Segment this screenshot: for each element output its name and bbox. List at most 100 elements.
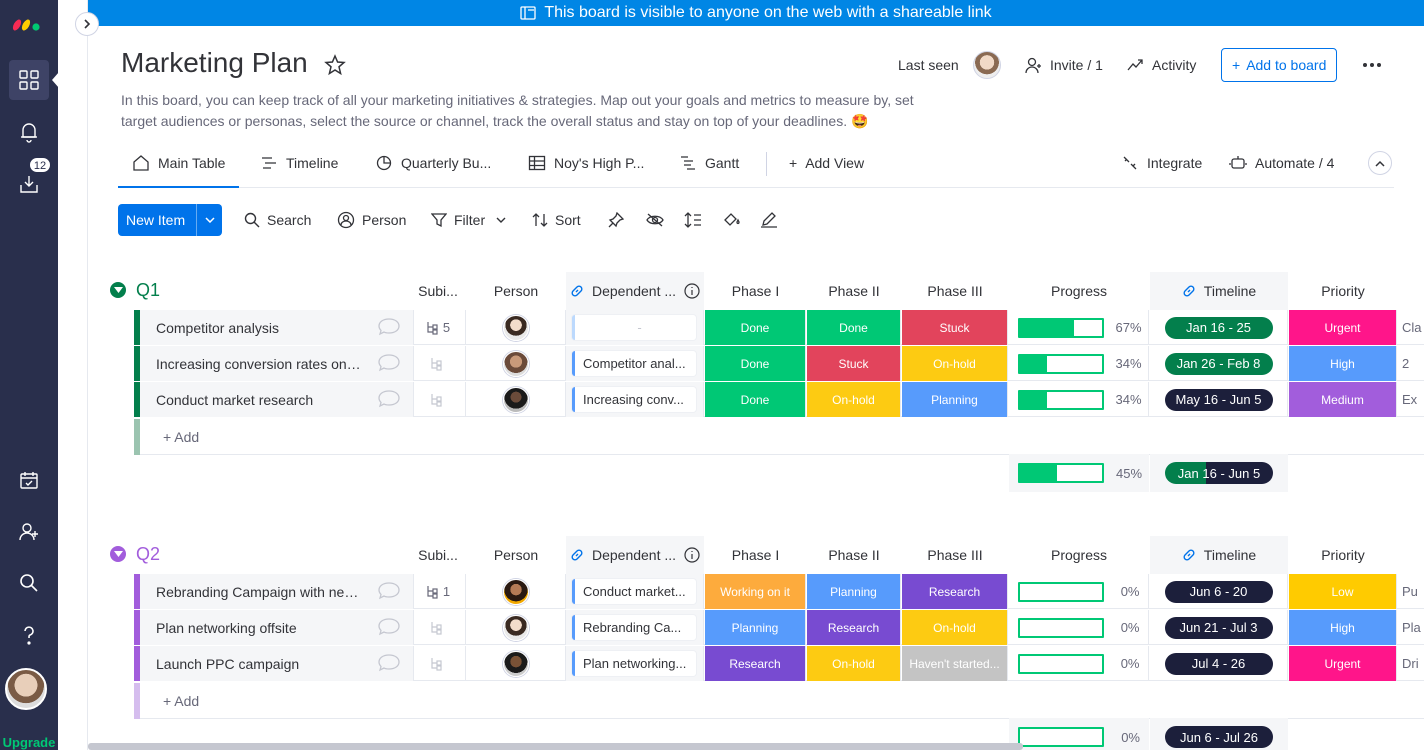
dependent-cell[interactable]: Conduct market...	[566, 574, 704, 609]
edit-icon[interactable]	[760, 204, 778, 236]
col-phase2[interactable]: Phase II	[807, 272, 901, 310]
conversation-icon[interactable]	[377, 617, 401, 640]
col-person[interactable]: Person	[466, 272, 566, 310]
tab-gantt[interactable]: Gantt	[679, 140, 739, 186]
activity-button[interactable]: Activity	[1127, 48, 1196, 82]
item-name[interactable]: Rebranding Campaign with new lo...	[156, 584, 364, 600]
subitems-cell[interactable]	[410, 646, 466, 681]
status-phase3[interactable]: Haven't started...	[902, 646, 1008, 681]
col-priority[interactable]: Priority	[1289, 536, 1397, 574]
item-name-cell[interactable]: Increasing conversion rates on lan...	[140, 346, 414, 381]
subitems-cell[interactable]: 5	[410, 310, 466, 345]
dependency-chip[interactable]: Plan networking...	[572, 651, 696, 676]
timeline-cell[interactable]: Jun 21 - Jul 3	[1150, 610, 1288, 645]
status-phase1[interactable]: Planning	[705, 610, 806, 645]
add-item-row[interactable]: + Add	[134, 683, 1424, 719]
col-timeline[interactable]: Timeline	[1150, 536, 1288, 574]
add-item-label[interactable]: + Add	[163, 693, 199, 709]
chevron-down-icon[interactable]	[196, 204, 222, 236]
conversation-icon[interactable]	[377, 317, 401, 340]
status-phase1[interactable]: Done	[705, 346, 806, 381]
add-view-button[interactable]: + Add View	[789, 140, 864, 186]
hide-icon[interactable]	[646, 204, 664, 236]
tab-quarterly[interactable]: Quarterly Bu...	[375, 140, 491, 186]
subitems-cell[interactable]: 1	[410, 574, 466, 609]
group-header-q1[interactable]: Q1	[110, 279, 160, 301]
person-cell[interactable]	[466, 574, 566, 609]
invite-user-icon[interactable]	[9, 512, 49, 552]
timeline-pill[interactable]: Jun 21 - Jul 3	[1164, 616, 1273, 639]
col-phase3[interactable]: Phase III	[902, 272, 1008, 310]
priority-badge[interactable]: Low	[1289, 574, 1397, 609]
user-avatar[interactable]	[5, 668, 47, 710]
col-subitems[interactable]: Subi...	[410, 536, 466, 574]
item-name-cell[interactable]: Competitor analysis	[140, 310, 414, 345]
last-seen[interactable]: Last seen	[898, 48, 1001, 82]
chevron-up-icon[interactable]	[1368, 151, 1392, 175]
col-phase2[interactable]: Phase II	[807, 536, 901, 574]
tab-timeline[interactable]: Timeline	[260, 140, 338, 186]
search-button[interactable]: Search	[244, 204, 311, 236]
item-name-cell[interactable]: Launch PPC campaign	[140, 646, 414, 681]
status-phase3[interactable]: On-hold	[902, 346, 1008, 381]
person-cell[interactable]	[466, 346, 566, 381]
integrate-button[interactable]: Integrate	[1121, 140, 1202, 186]
col-progress[interactable]: Progress	[1009, 536, 1149, 574]
workspace-icon[interactable]	[9, 60, 49, 100]
conversation-icon[interactable]	[377, 653, 401, 676]
dependent-cell[interactable]: Increasing conv...	[566, 382, 704, 417]
color-fill-icon[interactable]	[722, 204, 740, 236]
subitems-cell[interactable]	[410, 610, 466, 645]
timeline-pill[interactable]: Jan 16 - 25	[1164, 316, 1273, 339]
person-cell[interactable]	[466, 610, 566, 645]
search-icon[interactable]	[9, 563, 49, 603]
dependency-chip[interactable]: Competitor anal...	[572, 351, 696, 376]
tab-main-table[interactable]: Main Table	[118, 140, 240, 188]
invite-button[interactable]: Invite / 1	[1025, 48, 1103, 82]
priority-badge[interactable]: High	[1289, 610, 1397, 645]
table-row[interactable]: Plan networking offsite Rebranding Ca...…	[134, 610, 1424, 645]
pin-icon[interactable]	[608, 204, 624, 236]
avatar[interactable]	[502, 578, 529, 605]
timeline-cell[interactable]: May 16 - Jun 5	[1150, 382, 1288, 417]
bell-icon[interactable]	[9, 112, 49, 152]
chevron-down-icon[interactable]	[110, 546, 126, 562]
col-subitems[interactable]: Subi...	[410, 272, 466, 310]
col-priority[interactable]: Priority	[1289, 272, 1397, 310]
priority-badge[interactable]: Urgent	[1289, 310, 1397, 345]
timeline-pill[interactable]: Jun 6 - 20	[1164, 580, 1273, 603]
col-phase1[interactable]: Phase I	[705, 536, 806, 574]
table-row[interactable]: Increasing conversion rates on lan... Co…	[134, 346, 1424, 381]
avatar[interactable]	[502, 314, 529, 341]
status-phase1[interactable]: Done	[705, 310, 806, 345]
status-phase2[interactable]: Planning	[807, 574, 901, 609]
item-name[interactable]: Plan networking offsite	[156, 620, 364, 636]
status-phase1[interactable]: Working on it	[705, 574, 806, 609]
chevron-right-icon[interactable]	[75, 12, 99, 36]
table-row[interactable]: Competitor analysis 5 - Done Done Stuck …	[134, 310, 1424, 345]
status-phase3[interactable]: Planning	[902, 382, 1008, 417]
status-phase2[interactable]: Research	[807, 610, 901, 645]
priority-badge[interactable]: High	[1289, 346, 1397, 381]
status-phase2[interactable]: Done	[807, 310, 901, 345]
new-item-button[interactable]: New Item	[118, 204, 222, 236]
filter-button[interactable]: Filter	[431, 204, 506, 236]
col-dependent[interactable]: Dependent ...	[566, 536, 704, 574]
conversation-icon[interactable]	[377, 581, 401, 604]
item-name-cell[interactable]: Plan networking offsite	[140, 610, 414, 645]
add-item-label[interactable]: + Add	[163, 429, 199, 445]
dependent-cell[interactable]: Rebranding Ca...	[566, 610, 704, 645]
col-timeline[interactable]: Timeline	[1150, 272, 1288, 310]
group-title[interactable]: Q1	[136, 280, 160, 301]
timeline-pill[interactable]: Jul 4 - 26	[1164, 652, 1273, 675]
item-name-cell[interactable]: Conduct market research	[140, 382, 414, 417]
timeline-pill[interactable]: Jan 16 - Jun 5	[1165, 462, 1273, 484]
timeline-cell[interactable]: Jul 4 - 26	[1150, 646, 1288, 681]
status-phase1[interactable]: Research	[705, 646, 806, 681]
col-phase1[interactable]: Phase I	[705, 272, 806, 310]
item-name[interactable]: Competitor analysis	[156, 320, 364, 336]
item-name-cell[interactable]: Rebranding Campaign with new lo...	[140, 574, 414, 609]
item-name[interactable]: Conduct market research	[156, 392, 364, 408]
person-cell[interactable]	[466, 382, 566, 417]
row-height-icon[interactable]	[684, 204, 702, 236]
